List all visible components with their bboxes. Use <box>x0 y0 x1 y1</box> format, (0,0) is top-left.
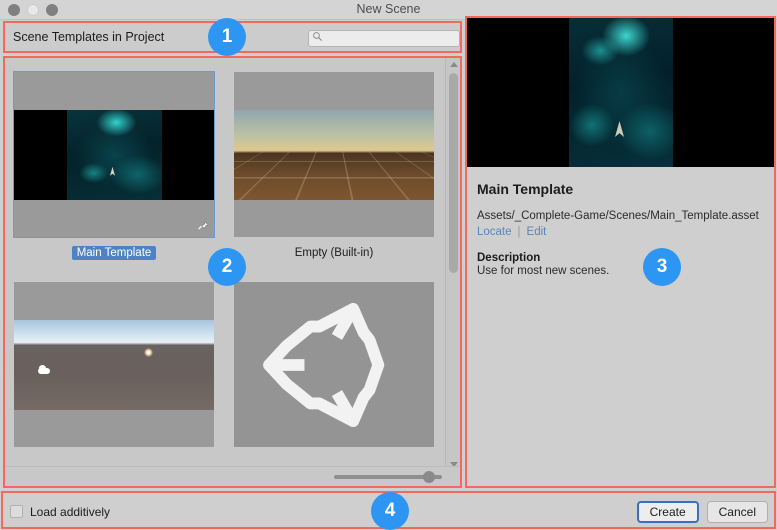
template-card-main[interactable]: Main Template <box>4 58 224 268</box>
cancel-button[interactable]: Cancel <box>707 501 768 523</box>
search-input[interactable] <box>308 30 460 47</box>
description-heading: Description <box>477 252 763 264</box>
locate-link[interactable]: Locate <box>477 226 512 238</box>
chevron-up-icon[interactable] <box>446 58 461 71</box>
edit-link[interactable]: Edit <box>527 226 547 238</box>
template-label-empty: Empty (Built-in) <box>290 246 379 260</box>
template-label-unity <box>329 456 339 458</box>
detail-title: Main Template <box>477 181 763 197</box>
template-detail-panel: Main Template Assets/_Complete-Game/Scen… <box>466 18 774 487</box>
template-label-main: Main Template <box>72 246 157 260</box>
template-thumbnail-empty[interactable] <box>234 72 434 237</box>
pin-icon[interactable] <box>196 220 210 234</box>
new-scene-dialog: New Scene Scene Templates in Project <box>0 0 777 530</box>
scrollbar-thumb[interactable] <box>449 73 458 273</box>
detail-asset-path: Assets/_Complete-Game/Scenes/Main_Templa… <box>477 209 763 224</box>
search-field-wrapper <box>308 28 460 45</box>
annotation-badge-3: 3 <box>643 248 681 286</box>
template-card-horizon[interactable] <box>4 268 224 478</box>
annotation-badge-1: 1 <box>208 18 246 56</box>
annotation-badge-4: 4 <box>371 492 409 530</box>
template-thumbnail-horizon[interactable] <box>14 282 214 447</box>
template-preview-image <box>466 18 774 167</box>
link-separator: | <box>518 226 521 238</box>
annotation-badge-2: 2 <box>208 248 246 286</box>
load-additively-checkbox[interactable] <box>10 505 23 518</box>
window-title-bar: New Scene <box>0 0 777 20</box>
template-label-horizon <box>109 456 119 458</box>
load-additively-checkbox-group[interactable]: Load additively <box>10 505 110 519</box>
unity-logo-icon <box>234 282 434 447</box>
slider-handle[interactable] <box>423 471 435 483</box>
template-thumbnail-main[interactable] <box>14 72 214 237</box>
space-nebula-scene-art <box>14 110 214 200</box>
grey-horizon-cloud-scene-art <box>14 320 214 410</box>
template-thumbnail-unity[interactable] <box>234 282 434 447</box>
thumbnail-size-slider[interactable] <box>334 475 442 479</box>
template-card-unity[interactable] <box>224 268 444 478</box>
detail-body: Main Template Assets/_Complete-Game/Scen… <box>466 167 774 277</box>
window-title: New Scene <box>0 2 777 16</box>
footer-buttons: Create Cancel <box>637 501 768 523</box>
grid-vertical-scrollbar[interactable] <box>445 58 460 486</box>
grid-zoom-strip <box>4 466 460 486</box>
detail-links: Locate | Edit <box>477 226 763 238</box>
template-card-empty[interactable]: Empty (Built-in) <box>224 58 444 268</box>
desert-horizon-grid-scene-art <box>234 110 434 200</box>
description-text: Use for most new scenes. <box>477 265 763 277</box>
load-additively-label: Load additively <box>30 505 110 519</box>
create-button[interactable]: Create <box>637 501 699 523</box>
page-title: Scene Templates in Project <box>13 30 164 44</box>
